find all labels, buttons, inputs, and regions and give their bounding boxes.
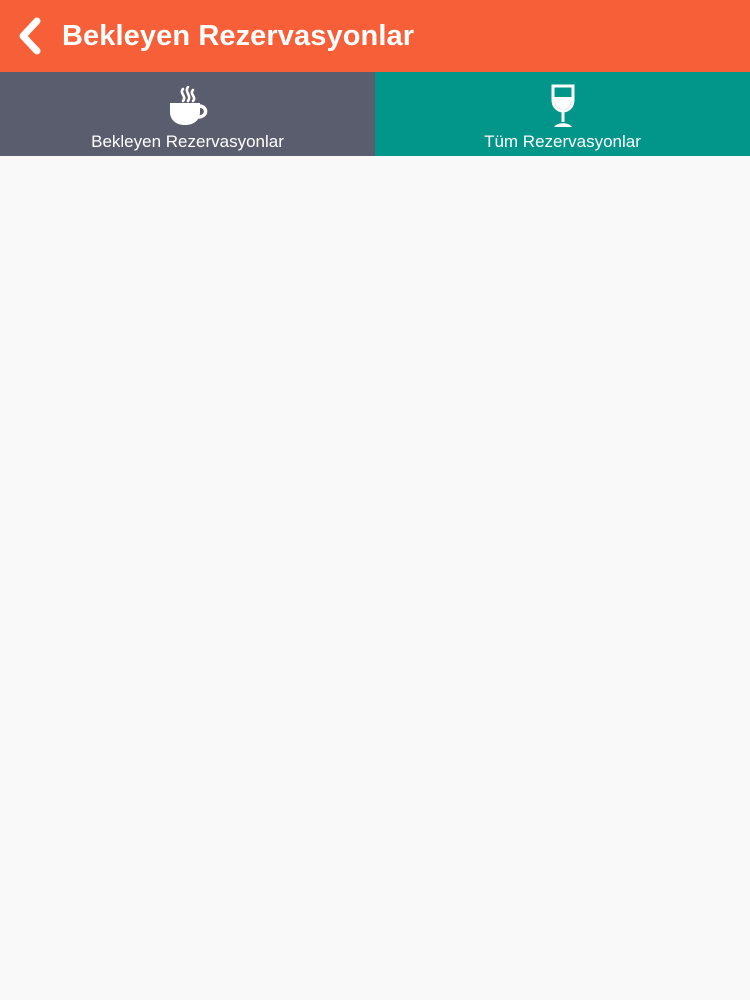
tab-all-reservations[interactable]: Tüm Rezervasyonlar [375, 72, 750, 156]
app-bar: Bekleyen Rezervasyonlar [0, 0, 750, 72]
reservation-list-area [0, 156, 750, 1000]
page-title: Bekleyen Rezervasyonlar [62, 19, 415, 52]
tab-bar: Bekleyen Rezervasyonlar Tüm Rezervasyonl… [0, 72, 750, 156]
tab-icon-wrapper [548, 84, 578, 129]
tab-label: Bekleyen Rezervasyonlar [91, 132, 284, 151]
chevron-left-icon [19, 17, 41, 55]
wine-glass-icon [551, 84, 574, 127]
coffee-cup-icon [169, 86, 207, 125]
tab-label: Tüm Rezervasyonlar [484, 132, 641, 151]
back-button[interactable] [2, 0, 58, 72]
tab-icon-wrapper [166, 85, 210, 129]
tab-pending-reservations[interactable]: Bekleyen Rezervasyonlar [0, 72, 375, 156]
